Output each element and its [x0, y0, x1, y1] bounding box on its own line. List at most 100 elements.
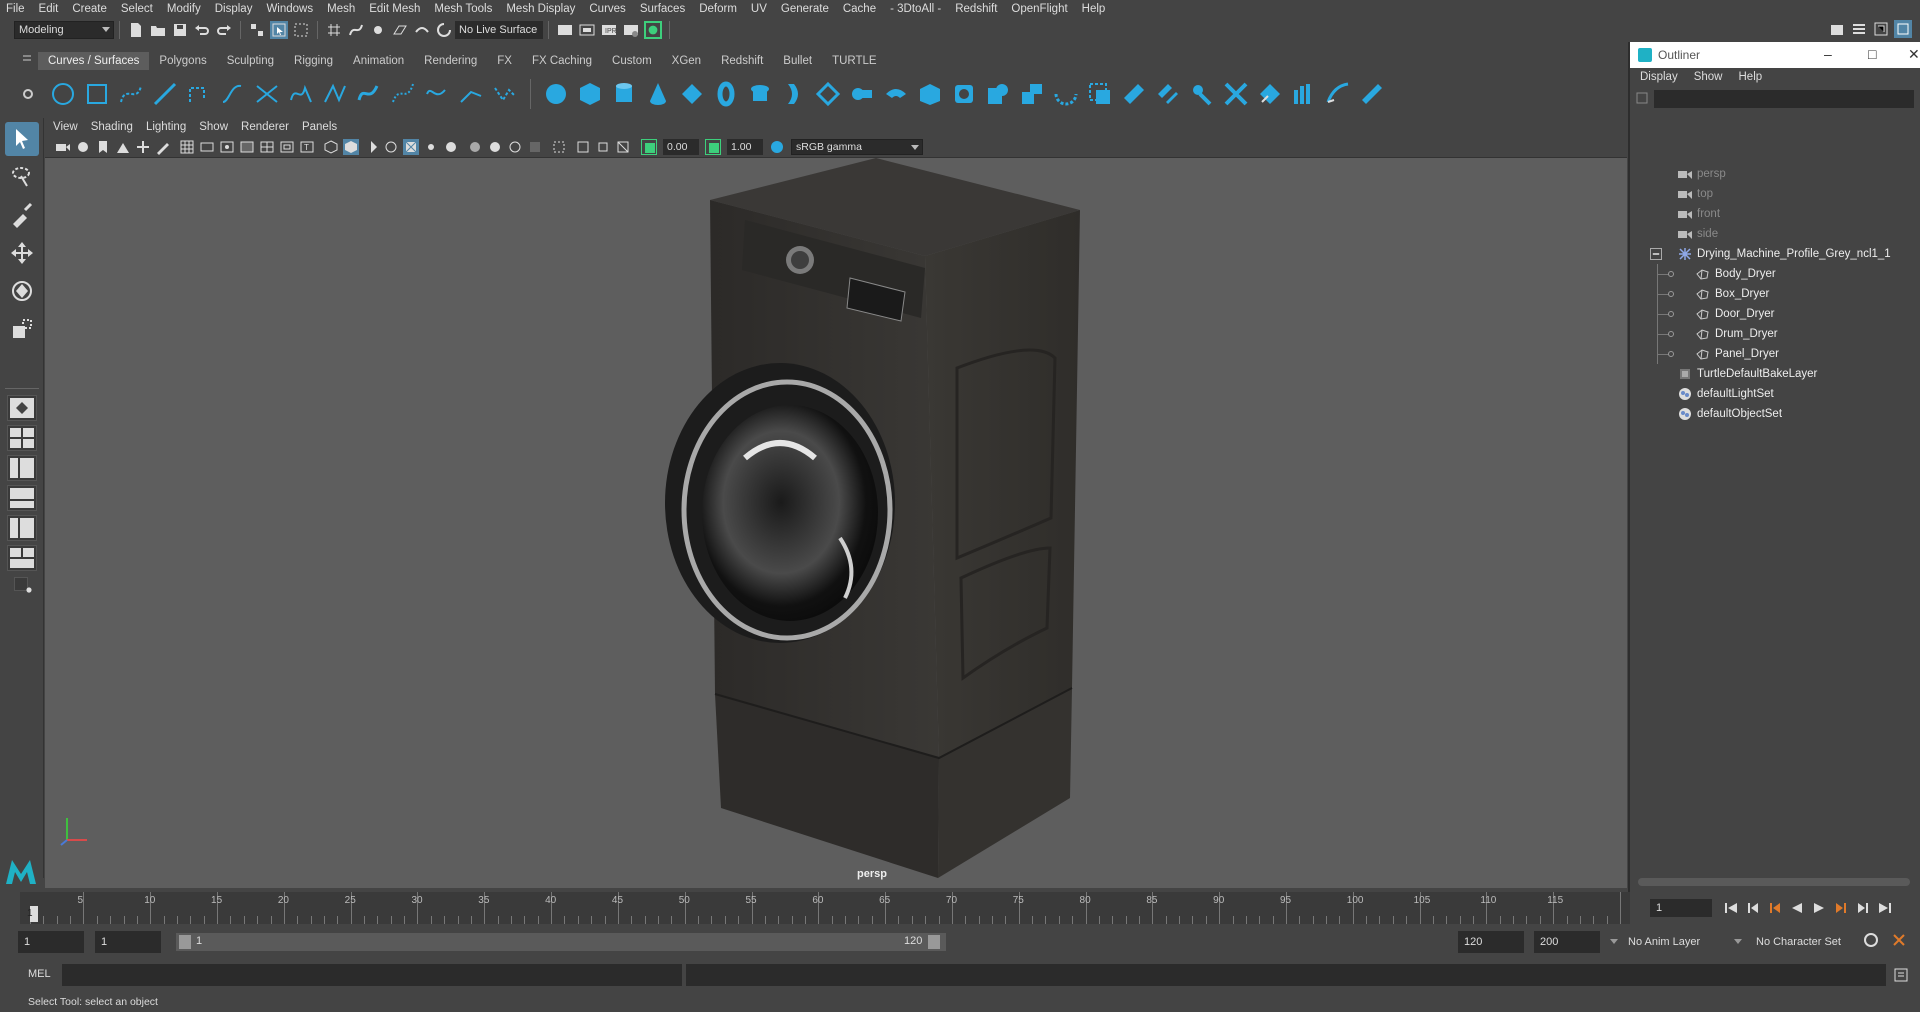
- smooth-shade-icon[interactable]: [343, 138, 359, 155]
- pencil-curve-icon[interactable]: [216, 77, 250, 111]
- viewport-menu-show[interactable]: Show: [199, 121, 228, 133]
- select-object-icon[interactable]: [270, 21, 288, 39]
- save-scene-icon[interactable]: [171, 21, 189, 39]
- viewport-menu-panels[interactable]: Panels: [302, 121, 337, 133]
- gamma-icon[interactable]: [705, 138, 721, 155]
- menu-edit-mesh[interactable]: Edit Mesh: [369, 3, 420, 15]
- color-space-selector[interactable]: sRGB gamma: [791, 138, 923, 155]
- wireframe-on-shaded-icon[interactable]: [383, 139, 399, 155]
- step-forward-key-icon[interactable]: [1854, 899, 1872, 917]
- live-surface-field[interactable]: No Live Surface: [455, 21, 543, 39]
- rebuild-curve-icon[interactable]: [454, 77, 488, 111]
- hypershade-icon[interactable]: [644, 21, 662, 39]
- viewport-menu-shading[interactable]: Shading: [91, 121, 133, 133]
- menu-curves[interactable]: Curves: [589, 3, 625, 15]
- shelf-tab-animation[interactable]: Animation: [343, 52, 415, 70]
- birail-icon[interactable]: [879, 77, 913, 111]
- menu-windows[interactable]: Windows: [266, 3, 313, 15]
- snap-curve-icon[interactable]: [347, 21, 365, 39]
- menu-help[interactable]: Help: [1082, 3, 1106, 15]
- outliner-item[interactable]: Panel_Dryer: [1630, 344, 1920, 364]
- revolve-icon[interactable]: [743, 77, 777, 111]
- menu-display[interactable]: Display: [215, 3, 253, 15]
- persp-outliner-graph-layout-icon[interactable]: [7, 545, 37, 571]
- add-points-icon[interactable]: [488, 77, 522, 111]
- square-surface-icon[interactable]: [981, 77, 1015, 111]
- shelf-tab-fx[interactable]: FX: [487, 52, 522, 70]
- nurbs-cylinder-icon[interactable]: [607, 77, 641, 111]
- range-start-handle[interactable]: [179, 935, 191, 949]
- select-tool-icon[interactable]: [5, 122, 39, 156]
- outliner-search-input[interactable]: [1654, 90, 1914, 108]
- snap-surface-icon[interactable]: [413, 21, 431, 39]
- open-scene-icon[interactable]: [149, 21, 167, 39]
- anim-layer-selector[interactable]: No Anim Layer: [1622, 931, 1732, 953]
- image-plane-icon[interactable]: [115, 139, 131, 155]
- shelf-tab-redshift[interactable]: Redshift: [711, 52, 774, 70]
- animation-end-field[interactable]: 200: [1534, 931, 1600, 953]
- play-forwards-icon[interactable]: [1810, 899, 1828, 917]
- menu-redshift[interactable]: Redshift: [955, 3, 997, 15]
- render-frame-icon[interactable]: [578, 21, 596, 39]
- detach-curves-icon[interactable]: [318, 77, 352, 111]
- field-chart-icon[interactable]: [259, 139, 275, 155]
- single-perspective-layout-icon[interactable]: [7, 395, 37, 421]
- loft-icon[interactable]: [777, 77, 811, 111]
- menu-deform[interactable]: Deform: [699, 3, 737, 15]
- gamma-field[interactable]: 1.00: [727, 138, 763, 155]
- shelf-tab-xgen[interactable]: XGen: [661, 52, 712, 70]
- use-all-lights-icon[interactable]: [423, 139, 439, 155]
- ep-curve-icon[interactable]: [148, 77, 182, 111]
- step-back-frame-icon[interactable]: [1766, 899, 1784, 917]
- outliner-item[interactable]: front: [1630, 204, 1920, 224]
- shelf-tab-turtle[interactable]: TURTLE: [822, 52, 887, 70]
- nurbs-cube-icon[interactable]: [573, 77, 607, 111]
- menu-edit[interactable]: Edit: [39, 3, 59, 15]
- character-set-selector[interactable]: No Character Set: [1750, 931, 1860, 953]
- hypershade-layout-icon[interactable]: [7, 515, 37, 541]
- shelf-gear-icon[interactable]: [22, 88, 34, 100]
- current-frame-field[interactable]: 1: [1650, 899, 1712, 917]
- anti-aliasing-icon[interactable]: [507, 139, 523, 155]
- depth-of-field-icon[interactable]: [527, 139, 543, 155]
- untrim-icon[interactable]: [1049, 77, 1083, 111]
- time-slider[interactable]: 5 10 15 20 25 30 35 40 45 50 55 60 65 70 75 80 85 90 95 100…: [20, 892, 1630, 924]
- menu-mesh-display[interactable]: Mesh Display: [506, 3, 575, 15]
- viewport-menu-view[interactable]: View: [53, 121, 78, 133]
- close-icon[interactable]: ✕: [1908, 46, 1920, 63]
- menu-cache[interactable]: Cache: [843, 3, 876, 15]
- shelf-tab-polygons[interactable]: Polygons: [149, 52, 217, 70]
- textured-icon[interactable]: [403, 138, 419, 155]
- screen-space-ao-icon[interactable]: [467, 139, 483, 155]
- command-language-label[interactable]: MEL: [28, 968, 51, 980]
- persp-graph-layout-icon[interactable]: [7, 485, 37, 511]
- extend-surface-icon[interactable]: [1355, 77, 1389, 111]
- snap-grid-icon[interactable]: [325, 21, 343, 39]
- shelf-menu-icon[interactable]: [22, 52, 32, 68]
- smooth-curve-icon[interactable]: [1321, 77, 1355, 111]
- maximize-icon[interactable]: □: [1868, 46, 1876, 62]
- arc-tool-icon[interactable]: [250, 77, 284, 111]
- shelf-tab-sculpting[interactable]: Sculpting: [216, 52, 285, 70]
- film-gate-icon[interactable]: [199, 139, 215, 155]
- menu-surfaces[interactable]: Surfaces: [640, 3, 685, 15]
- menu-mesh[interactable]: Mesh: [327, 3, 355, 15]
- auto-key-icon[interactable]: [1862, 931, 1880, 949]
- step-back-key-icon[interactable]: [1744, 899, 1762, 917]
- playback-start-field[interactable]: 1: [95, 931, 161, 953]
- go-to-end-icon[interactable]: [1876, 899, 1894, 917]
- viewport-menu-lighting[interactable]: Lighting: [146, 121, 186, 133]
- menu-generate[interactable]: Generate: [781, 3, 829, 15]
- wireframe-icon[interactable]: [323, 139, 339, 155]
- xray-joints-icon[interactable]: [615, 139, 631, 155]
- nurbs-circle-icon[interactable]: [46, 77, 80, 111]
- menu-file[interactable]: File: [6, 3, 25, 15]
- safe-action-icon[interactable]: [279, 139, 295, 155]
- shelf-tab-fx-caching[interactable]: FX Caching: [521, 52, 603, 70]
- nurbs-plane-icon[interactable]: [675, 77, 709, 111]
- collapse-icon[interactable]: [1650, 248, 1662, 260]
- outliner-item[interactable]: persp: [1630, 164, 1920, 184]
- menu-modify[interactable]: Modify: [167, 3, 201, 15]
- script-editor-icon[interactable]: [1892, 966, 1910, 984]
- snap-point-icon[interactable]: [369, 21, 387, 39]
